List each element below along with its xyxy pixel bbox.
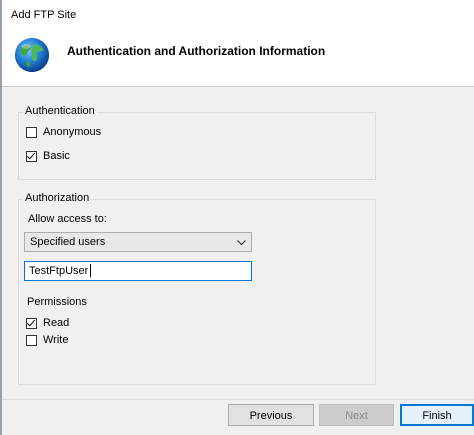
anonymous-label: Anonymous (43, 126, 102, 138)
specified-users-input[interactable] (24, 261, 252, 281)
authorization-group-label: Authorization (23, 192, 92, 204)
read-option[interactable]: Read (26, 316, 69, 330)
authentication-group-label: Authentication (23, 105, 97, 117)
wizard-header: Authentication and Authorization Informa… (2, 30, 474, 86)
footer-divider (2, 399, 474, 400)
anonymous-checkbox[interactable] (26, 126, 37, 138)
basic-checkbox[interactable] (26, 150, 37, 162)
allow-access-label: Allow access to: (28, 213, 107, 225)
header-divider (2, 86, 474, 87)
anonymous-option[interactable]: Anonymous (26, 125, 101, 139)
read-label: Read (43, 317, 70, 329)
add-ftp-site-dialog: Add FTP Site Authentication and Authoriz… (0, 0, 474, 435)
chevron-down-icon (237, 240, 246, 246)
authorization-group (18, 199, 376, 385)
basic-option[interactable]: Basic (26, 149, 70, 163)
write-label: Write (43, 334, 69, 346)
authentication-group (18, 112, 376, 180)
allow-access-selected: Specified users (30, 236, 106, 248)
text-caret (90, 264, 91, 277)
title-bar[interactable]: Add FTP Site (2, 0, 474, 30)
write-option[interactable]: Write (26, 333, 68, 347)
finish-button[interactable]: Finish (400, 404, 474, 426)
permissions-label: Permissions (27, 296, 87, 308)
globe-icon (14, 37, 50, 73)
next-button[interactable]: Next (319, 404, 394, 426)
write-checkbox[interactable] (26, 334, 37, 346)
page-title: Authentication and Authorization Informa… (67, 44, 326, 58)
window-title: Add FTP Site (11, 9, 77, 21)
previous-button[interactable]: Previous (228, 404, 314, 426)
read-checkbox[interactable] (26, 317, 37, 329)
basic-label: Basic (43, 150, 70, 162)
allow-access-select[interactable]: Specified users (24, 232, 252, 252)
